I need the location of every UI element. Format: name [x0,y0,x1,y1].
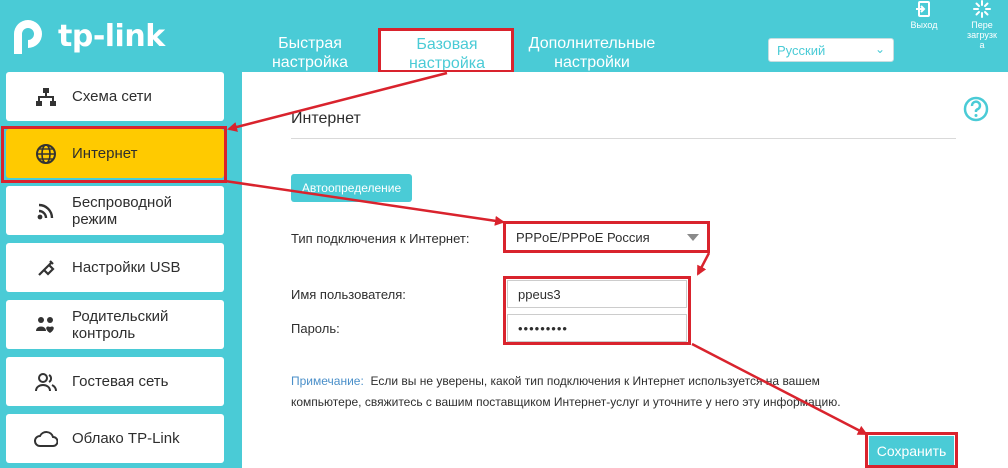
sidebar-item-network-map[interactable]: Схема сети [6,72,224,121]
guest-network-icon [32,368,60,396]
note-line2: компьютере, свяжитесь с вашим поставщико… [291,395,841,409]
nav-advanced-setup[interactable]: Дополнительные настройки [518,34,666,72]
help-icon [963,96,989,122]
title-divider [291,138,956,139]
network-map-icon [32,83,60,111]
reboot-label-line2: загрузк [967,30,997,40]
note-text: Примечание: Если вы не уверены, какой ти… [291,371,931,413]
tp-link-logo-mark [6,14,50,58]
sidebar-item-parental-control[interactable]: Родительский контроль [6,300,224,349]
nav-advanced-setup-line2: настройки [554,54,630,71]
reboot-button[interactable]: Пере загрузк а [962,0,1002,50]
chevron-down-icon: ⌄ [874,42,885,56]
nav-quick-setup[interactable]: Быстрая настройка [262,34,358,72]
connection-type-label: Тип подключения к Интернет: [291,231,470,246]
brand-name: tp-link [58,18,165,54]
language-value: Русский [777,43,826,58]
sidebar-item-label: Схема сети [72,88,152,105]
language-select[interactable]: Русский ⌄ [768,38,894,62]
help-button[interactable] [963,96,989,122]
reboot-label-line1: Пере [971,20,993,30]
nav-quick-setup-line2: настройка [271,54,349,71]
sidebar-item-label: Родительский контроль [72,307,169,342]
nav-quick-setup-line1: Быстрая [278,35,342,52]
note-line1: Если вы не уверены, какой тип подключени… [370,374,820,388]
tp-link-logo[interactable]: tp-link [6,14,165,58]
sidebar-item-usb[interactable]: Настройки USB [6,243,224,292]
sidebar-item-label: Гостевая сеть [72,373,169,390]
auto-detect-button[interactable]: Автоопределение [291,174,412,202]
sidebar-item-label: Настройки USB [72,259,181,276]
annotation-highlight-connection-type [503,221,710,253]
sidebar-item-guest-network[interactable]: Гостевая сеть [6,357,224,406]
page-title: Интернет [291,110,361,127]
sidebar-item-label: Облако TP-Link [72,430,180,447]
logout-label: Выход [910,20,938,30]
logout-icon [915,0,933,18]
sidebar-item-wireless[interactable]: Беспроводной режим [6,186,224,235]
note-lead: Примечание: [291,374,364,388]
annotation-highlight-save [865,432,958,468]
reboot-label-line3: а [979,40,985,50]
logout-button[interactable]: Выход [906,0,942,30]
cloud-icon [32,425,60,453]
sidebar-item-label: Беспроводной режим [72,193,173,228]
reboot-icon [973,0,991,18]
nav-advanced-setup-line1: Дополнительные [528,35,656,52]
usb-icon [32,254,60,282]
wifi-icon [32,197,60,225]
username-label: Имя пользователя: [291,287,406,302]
password-label: Пароль: [291,321,340,336]
sidebar-item-tp-link-cloud[interactable]: Облако TP-Link [6,414,224,463]
annotation-highlight-credentials [503,276,691,345]
annotation-highlight-basic-tab [378,28,514,73]
parental-control-icon [32,311,60,339]
annotation-highlight-internet-item [1,126,227,183]
